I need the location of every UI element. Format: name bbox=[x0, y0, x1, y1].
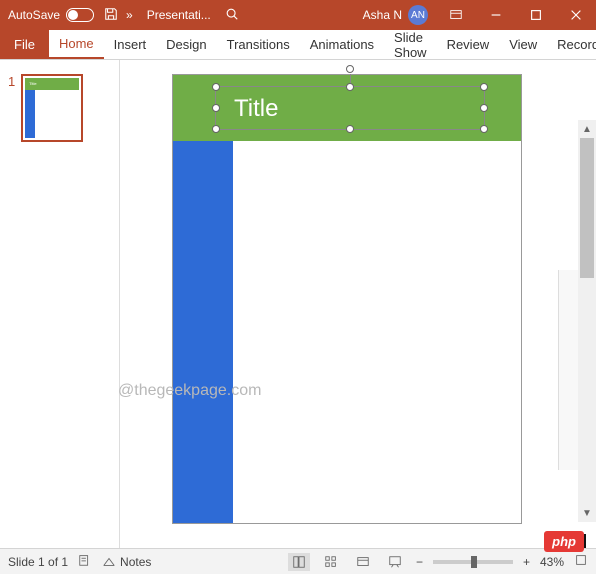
more-commands-icon[interactable]: » bbox=[126, 8, 133, 22]
resize-handle[interactable] bbox=[480, 125, 488, 133]
status-bar: Slide 1 of 1 Notes − + 43% bbox=[0, 548, 596, 574]
title-bar: AutoSave » Presentati... Asha N AN bbox=[0, 0, 596, 30]
tab-slide-show[interactable]: Slide Show bbox=[384, 30, 437, 59]
resize-handle[interactable] bbox=[480, 104, 488, 112]
file-name: Presentati... bbox=[143, 8, 215, 22]
title-placeholder[interactable]: Title bbox=[215, 86, 485, 130]
autosave-toggle[interactable]: AutoSave bbox=[0, 8, 94, 22]
resize-handle[interactable] bbox=[346, 83, 354, 91]
thumbnail-preview: Title bbox=[21, 74, 83, 142]
user-avatar: AN bbox=[408, 5, 428, 25]
user-name: Asha N bbox=[363, 8, 402, 22]
slideshow-view-icon[interactable] bbox=[384, 553, 406, 571]
slide-canvas-area: Title bbox=[120, 60, 596, 548]
spellcheck-icon[interactable] bbox=[78, 553, 92, 570]
resize-handle[interactable] bbox=[212, 125, 220, 133]
tab-design[interactable]: Design bbox=[156, 30, 216, 59]
notes-label: Notes bbox=[120, 555, 151, 569]
reading-view-icon[interactable] bbox=[352, 553, 374, 571]
tab-insert[interactable]: Insert bbox=[104, 30, 157, 59]
thumbnail-1[interactable]: 1 Title bbox=[0, 74, 119, 142]
work-area: 1 Title T bbox=[0, 60, 596, 548]
fit-to-window-icon[interactable] bbox=[574, 553, 588, 570]
slide-sorter-view-icon[interactable] bbox=[320, 553, 342, 571]
close-button[interactable] bbox=[556, 0, 596, 30]
minimize-button[interactable] bbox=[476, 0, 516, 30]
zoom-slider[interactable] bbox=[433, 560, 513, 564]
notes-button[interactable]: Notes bbox=[102, 555, 151, 569]
slide[interactable]: Title bbox=[172, 74, 522, 524]
collapsed-pane[interactable] bbox=[558, 270, 578, 470]
slide-thumbnails-pane: 1 Title bbox=[0, 60, 120, 548]
autosave-label: AutoSave bbox=[8, 8, 60, 22]
zoom-slider-knob[interactable] bbox=[471, 556, 477, 568]
php-badge: php bbox=[544, 531, 584, 552]
ribbon-display-options[interactable] bbox=[436, 0, 476, 30]
slide-sidebar-shape[interactable] bbox=[173, 141, 233, 523]
tab-home[interactable]: Home bbox=[49, 30, 104, 59]
rotate-handle-icon[interactable] bbox=[346, 65, 354, 73]
vertical-scrollbar[interactable]: ▲ ▼ bbox=[578, 120, 596, 522]
scrollbar-thumb[interactable] bbox=[580, 138, 594, 278]
tab-recording[interactable]: Recordi bbox=[547, 30, 596, 59]
zoom-in-icon[interactable]: + bbox=[523, 555, 530, 569]
scroll-up-icon[interactable]: ▲ bbox=[578, 120, 596, 138]
tab-file[interactable]: File bbox=[0, 30, 49, 59]
tab-transitions[interactable]: Transitions bbox=[217, 30, 300, 59]
maximize-button[interactable] bbox=[516, 0, 556, 30]
scroll-down-icon[interactable]: ▼ bbox=[578, 504, 596, 522]
tab-view[interactable]: View bbox=[499, 30, 547, 59]
zoom-value[interactable]: 43% bbox=[540, 555, 564, 569]
tab-animations[interactable]: Animations bbox=[300, 30, 384, 59]
resize-handle[interactable] bbox=[346, 125, 354, 133]
resize-handle[interactable] bbox=[212, 104, 220, 112]
slide-indicator: Slide 1 of 1 bbox=[8, 555, 68, 569]
toggle-off-icon bbox=[66, 8, 94, 22]
normal-view-icon[interactable] bbox=[288, 553, 310, 571]
user-account[interactable]: Asha N AN bbox=[363, 5, 436, 25]
resize-handle[interactable] bbox=[212, 83, 220, 91]
resize-handle[interactable] bbox=[480, 83, 488, 91]
ribbon-tabs: File Home Insert Design Transitions Anim… bbox=[0, 30, 596, 60]
thumbnail-number: 1 bbox=[8, 74, 15, 142]
zoom-out-icon[interactable]: − bbox=[416, 555, 423, 569]
search-button[interactable] bbox=[215, 7, 249, 24]
tab-review[interactable]: Review bbox=[437, 30, 500, 59]
save-icon[interactable] bbox=[104, 7, 118, 24]
